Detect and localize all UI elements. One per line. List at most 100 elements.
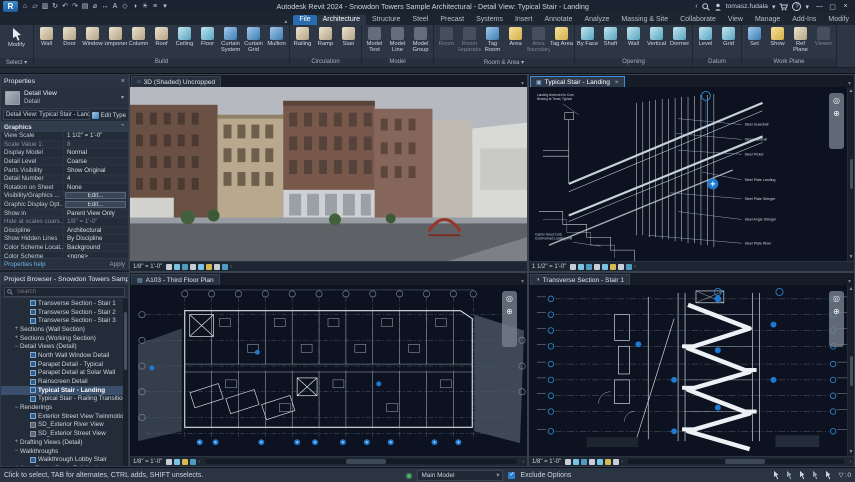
tree-toggle-icon[interactable]: + xyxy=(13,465,20,466)
help-dropdown-icon[interactable]: ▾ xyxy=(805,3,809,11)
cart-icon[interactable] xyxy=(779,3,788,11)
ribbon-button[interactable]: Ref Plane xyxy=(789,25,812,53)
property-row[interactable]: Scale Value 1:8 xyxy=(1,141,128,150)
ribbon-button[interactable]: Door xyxy=(58,25,81,53)
visual-style-icon[interactable] xyxy=(570,264,576,270)
property-row[interactable]: Show inParent View Only xyxy=(1,209,128,218)
property-row[interactable]: Rotation on SheetNone xyxy=(1,184,128,193)
tree-toggle-icon[interactable]: + xyxy=(13,326,20,332)
tree-item[interactable]: Walkthrough Lobby Stair xyxy=(1,455,128,464)
scroll-left-icon[interactable]: ‹ xyxy=(198,459,200,465)
panel-label-build[interactable]: Build xyxy=(34,58,289,67)
user-icon[interactable] xyxy=(714,3,722,11)
property-row[interactable]: Detail Number4 xyxy=(1,175,128,184)
ribbon-tab[interactable]: Analyze xyxy=(579,15,616,25)
ribbon-button[interactable]: Wall xyxy=(622,25,645,53)
properties-help-link[interactable]: Properties help xyxy=(4,261,46,268)
select-links-icon[interactable] xyxy=(774,471,782,480)
property-row[interactable]: Graphic Display Opt...Edit... xyxy=(1,201,128,210)
collapse-search-icon[interactable]: ‹ xyxy=(695,3,697,10)
search-icon[interactable] xyxy=(702,3,710,11)
tree-item[interactable]: Exterior Street View Twinmotion xyxy=(1,412,128,421)
apply-button[interactable]: Apply xyxy=(110,261,125,268)
ribbon-tab[interactable]: Systems xyxy=(470,15,509,25)
aligned-dimension-icon[interactable]: ↔ xyxy=(100,1,110,12)
ribbon-tab[interactable]: Massing & Site xyxy=(615,15,674,25)
panel-label-datum[interactable]: Datum xyxy=(693,58,741,67)
view-scale[interactable]: 1/8" = 1'-0" xyxy=(133,459,162,465)
ribbon-tab[interactable]: File xyxy=(293,15,316,25)
ribbon-tab[interactable]: Insert xyxy=(509,15,539,25)
ribbon-button[interactable]: Tag Area xyxy=(550,25,573,53)
scroll-right-icon[interactable]: › xyxy=(849,459,851,465)
view-tab-options-icon[interactable]: ▾ xyxy=(521,278,527,285)
tree-item[interactable]: +Area Plans (Gross Building) xyxy=(1,464,128,466)
redo-icon[interactable]: ↷ xyxy=(70,1,80,12)
temporary-hide-icon[interactable] xyxy=(610,264,616,270)
ribbon-button[interactable]: Model Group xyxy=(409,25,432,53)
view-tab-options-icon[interactable]: ▾ xyxy=(848,278,854,285)
ribbon-button[interactable]: Viewer xyxy=(812,25,835,53)
shadows-icon[interactable] xyxy=(581,459,587,465)
view-tab-options-icon[interactable]: ▾ xyxy=(521,80,527,87)
shadows-icon[interactable] xyxy=(182,264,188,270)
ribbon-button[interactable]: Stair xyxy=(337,25,360,53)
ribbon-tab[interactable]: Add-Ins xyxy=(786,15,822,25)
zoom-icon[interactable]: ⊕ xyxy=(833,308,840,316)
qat-customize-icon[interactable]: ▾ xyxy=(160,1,170,12)
ribbon-button[interactable]: Ceiling xyxy=(173,25,196,53)
property-row[interactable]: Parts VisibilityShow Original xyxy=(1,166,128,175)
panel-label-work-plane[interactable]: Work Plane xyxy=(742,58,836,67)
show-crop-icon[interactable] xyxy=(597,459,603,465)
ribbon-button[interactable]: Area xyxy=(504,25,527,53)
scroll-left-icon[interactable]: ‹ xyxy=(634,264,636,270)
tree-item[interactable]: −Walkthroughs xyxy=(1,447,128,456)
drag-on-selection-icon[interactable] xyxy=(826,471,834,480)
ribbon-tab[interactable]: Annotate xyxy=(538,15,578,25)
navigation-bar[interactable]: ◎⊕ xyxy=(502,291,517,347)
tree-item[interactable]: −Detail Views (Detail) xyxy=(1,342,128,351)
ribbon-button[interactable]: Dormer xyxy=(668,25,691,53)
property-row[interactable]: View Scale1 1/2" = 1'-0" xyxy=(1,132,128,141)
shadows-icon[interactable] xyxy=(586,264,592,270)
revit-logo-icon[interactable]: R xyxy=(3,1,18,12)
tree-item[interactable]: +Sections (Wall Section) xyxy=(1,325,128,334)
visual-style-icon[interactable] xyxy=(166,459,172,465)
ribbon-button[interactable]: Model Text xyxy=(363,25,386,53)
zoom-icon[interactable]: ⊕ xyxy=(833,110,840,118)
edit-type-icon[interactable] xyxy=(92,112,99,119)
instance-selector[interactable]: Detail View: Typical Stair - Landin▾ xyxy=(3,110,90,120)
temporary-hide-icon[interactable] xyxy=(182,459,188,465)
visual-style-icon[interactable] xyxy=(166,264,172,270)
exclude-options-checkbox[interactable]: ✓ xyxy=(508,472,515,479)
panel-label-circulation[interactable]: Circulation xyxy=(290,58,361,67)
user-dropdown-icon[interactable]: ▾ xyxy=(772,3,776,11)
tree-toggle-icon[interactable]: − xyxy=(13,344,20,350)
text-icon[interactable]: A xyxy=(110,1,120,12)
zoom-icon[interactable]: ⊕ xyxy=(506,308,513,316)
tree-toggle-icon[interactable]: − xyxy=(13,405,20,411)
tree-item[interactable]: SD_Exterior River View xyxy=(1,421,128,430)
ribbon-button[interactable]: Floor xyxy=(196,25,219,53)
browser-scrollbar[interactable] xyxy=(123,298,128,466)
type-selector-dropdown-icon[interactable]: ▾ xyxy=(121,94,124,101)
minimize-button[interactable]: — xyxy=(813,3,826,11)
tree-item[interactable]: Rainscreen Detail xyxy=(1,377,128,386)
restore-button[interactable]: ▢ xyxy=(826,3,839,11)
property-row[interactable]: Detail LevelCoarse xyxy=(1,158,128,167)
ribbon-tab[interactable]: Modify xyxy=(822,15,855,25)
tree-toggle-icon[interactable]: − xyxy=(13,448,20,454)
tree-item[interactable]: Transverse Section - Stair 1 xyxy=(1,299,128,308)
ribbon-button[interactable]: Wall xyxy=(35,25,58,53)
property-row[interactable]: Show Hidden LinesBy Discipline xyxy=(1,235,128,244)
sun-path-icon[interactable] xyxy=(578,264,584,270)
steering-wheel-icon[interactable]: ◎ xyxy=(506,295,513,303)
property-row[interactable]: Color Scheme Locat...Background xyxy=(1,244,128,253)
property-row[interactable]: DisciplineArchitectural xyxy=(1,227,128,236)
sun-path-icon[interactable] xyxy=(174,264,180,270)
ribbon-button[interactable]: Column xyxy=(127,25,150,53)
view-scrollbar[interactable]: ▲▼ xyxy=(847,87,854,261)
scroll-right-icon[interactable]: › xyxy=(522,459,524,465)
properties-close-icon[interactable]: × xyxy=(121,78,125,85)
ribbon-button[interactable]: Tag Room xyxy=(481,25,504,53)
